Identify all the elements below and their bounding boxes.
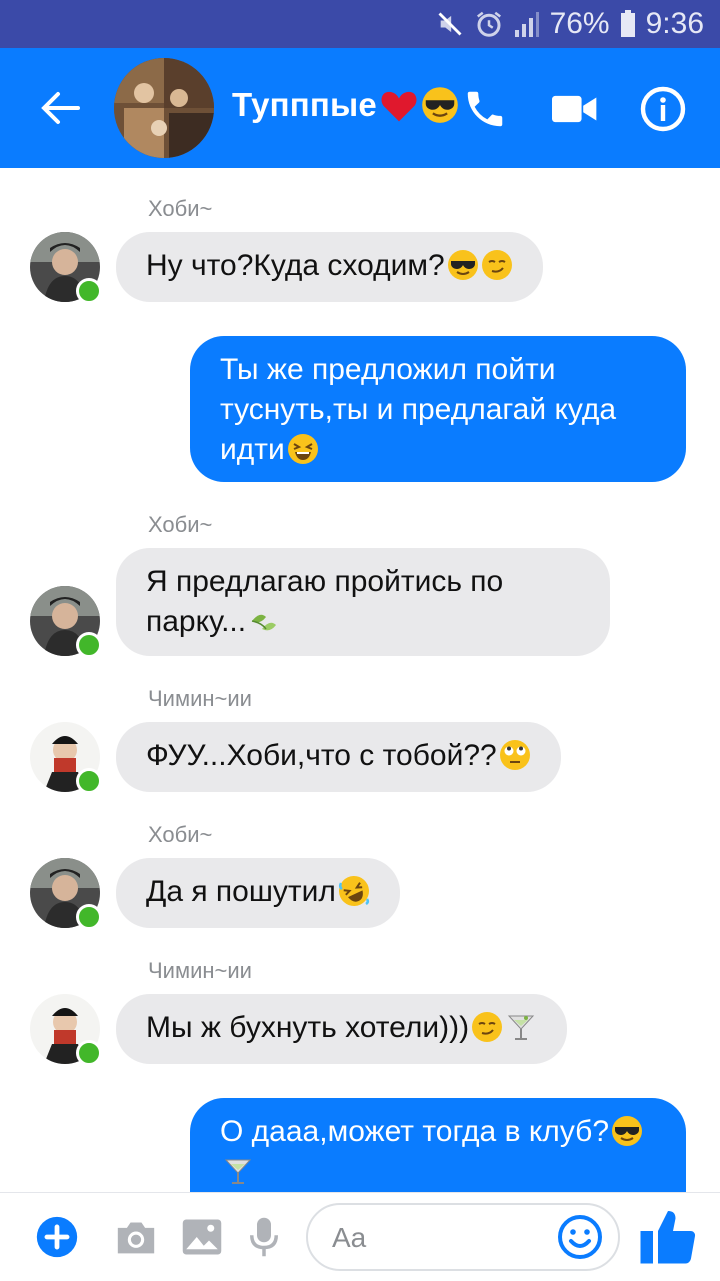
signal-icon: [514, 10, 540, 38]
message-bubble[interactable]: Да я пошутил: [116, 858, 400, 928]
message-text: Ну что?Куда сходим?: [146, 249, 445, 282]
message-bubble-outgoing[interactable]: Ты же предложил пойти туснуть,ты и предл…: [190, 336, 686, 482]
chat-header: Тупппые: [0, 48, 720, 168]
message-list[interactable]: Хоби~ Ну что?Куда сходим? Ты же предложи…: [0, 168, 720, 1192]
mute-icon: [436, 10, 464, 38]
message-text: Ты же предложил пойти туснуть,ты и предл…: [220, 353, 617, 466]
thumbs-up-icon: [640, 1211, 696, 1264]
battery-percent: 76%: [549, 7, 610, 40]
cocktail-emoji-icon: [507, 1015, 535, 1040]
avatar[interactable]: [30, 858, 102, 930]
message-bubble-outgoing[interactable]: О дааа,может тогда в клуб?: [190, 1098, 686, 1192]
gallery-button[interactable]: [176, 1211, 228, 1263]
online-indicator: [76, 632, 102, 658]
rofl-emoji-icon: [338, 876, 369, 906]
message-bubble[interactable]: Я предлагаю пройтись по парку...: [116, 548, 610, 656]
sender-name: Чимин~ии: [148, 686, 252, 711]
eye-roll-emoji-icon: [499, 740, 530, 770]
back-arrow-icon: [41, 92, 80, 124]
info-button[interactable]: [636, 82, 690, 136]
clock: 9:36: [645, 7, 704, 40]
online-indicator: [76, 278, 102, 304]
message-bubble[interactable]: Ну что?Куда сходим?: [116, 232, 543, 302]
avatar[interactable]: [30, 994, 102, 1066]
smirk-emoji-icon: [472, 1012, 503, 1042]
laughing-emoji-icon: [287, 434, 318, 464]
online-indicator: [76, 904, 102, 930]
online-indicator: [76, 768, 102, 794]
cocktail-emoji-icon: [224, 1159, 252, 1184]
battery-icon: [620, 10, 636, 38]
info-icon: [640, 86, 686, 132]
sender-name: Чимин~ии: [148, 958, 252, 983]
chat-title-text: Тупппые: [232, 86, 377, 123]
sender-name: Хоби~: [148, 512, 213, 537]
message-text: Мы ж бухнуть хотели))): [146, 1011, 470, 1044]
message-text: Я предлагаю пройтись по парку...: [146, 565, 504, 638]
plus-icon: [36, 1216, 78, 1258]
message-text: ФУУ...Хоби,что с тобой??: [146, 739, 497, 772]
video-camera-icon: [552, 95, 597, 123]
chat-title[interactable]: Тупппые: [232, 86, 459, 124]
message-text: Да я пошутил: [146, 875, 336, 908]
sunglasses-emoji-icon: [422, 87, 458, 123]
message-input[interactable]: [330, 1217, 554, 1259]
smirk-emoji-icon: [481, 250, 512, 280]
camera-icon: [117, 1222, 155, 1254]
status-bar: 76% 9:36: [0, 0, 720, 48]
emoji-picker-icon[interactable]: [556, 1213, 604, 1261]
more-actions-button[interactable]: [32, 1211, 82, 1263]
sender-name: Хоби~: [148, 822, 213, 847]
sender-name: Хоби~: [148, 196, 213, 221]
alarm-icon: [474, 9, 504, 39]
message-input-box[interactable]: [306, 1203, 620, 1271]
back-button[interactable]: [36, 80, 84, 136]
composer: [0, 1192, 720, 1281]
phone-icon: [467, 91, 503, 127]
camera-button[interactable]: [110, 1211, 162, 1263]
voice-message-button[interactable]: [242, 1211, 286, 1263]
sunglasses-emoji-icon: [447, 250, 478, 280]
red-heart-icon: [381, 91, 417, 122]
voice-call-button[interactable]: [458, 82, 512, 136]
avatar[interactable]: [30, 586, 102, 658]
avatar[interactable]: [30, 232, 102, 304]
sunglasses-emoji-icon: [612, 1116, 643, 1146]
message-text: О дааа,может тогда в клуб?: [220, 1115, 610, 1148]
image-icon: [182, 1219, 222, 1255]
online-indicator: [76, 1040, 102, 1066]
video-call-button[interactable]: [548, 82, 602, 136]
message-bubble[interactable]: ФУУ...Хоби,что с тобой??: [116, 722, 561, 792]
group-avatar[interactable]: [114, 58, 214, 158]
avatar[interactable]: [30, 722, 102, 794]
message-bubble[interactable]: Мы ж бухнуть хотели))): [116, 994, 568, 1064]
microphone-icon: [250, 1217, 278, 1257]
leaves-emoji-icon: [251, 614, 277, 631]
like-button[interactable]: [636, 1203, 700, 1269]
